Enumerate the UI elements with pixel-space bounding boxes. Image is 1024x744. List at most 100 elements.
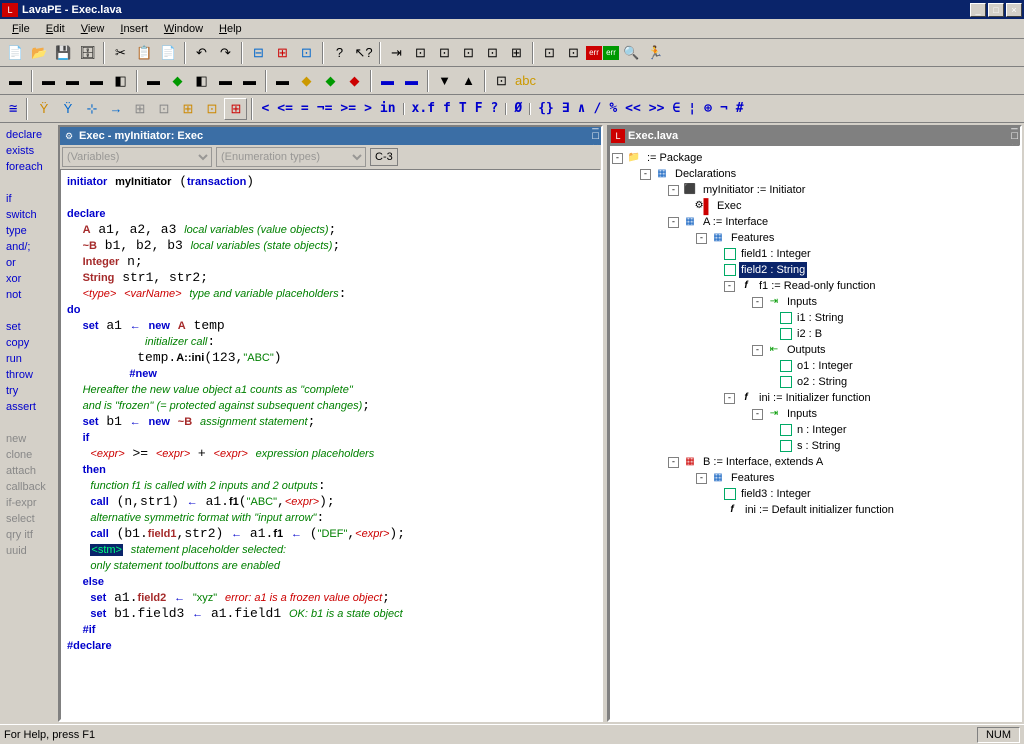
decl-20[interactable]: abc xyxy=(514,70,537,92)
tree-ini-inputs[interactable]: Inputs xyxy=(785,406,819,422)
tree-minimize[interactable]: _ xyxy=(1011,123,1018,130)
kw-assert[interactable]: assert xyxy=(4,399,52,415)
operator-6[interactable]: in xyxy=(376,101,400,116)
kw-select[interactable]: select xyxy=(4,511,52,527)
operator-3[interactable]: ¬= xyxy=(313,101,337,116)
tree-field1[interactable]: field1 : Integer xyxy=(739,246,813,262)
decl-16[interactable]: ▬ xyxy=(400,70,423,92)
operator-19[interactable]: >> xyxy=(645,101,669,116)
menu-help[interactable]: Help xyxy=(211,21,250,37)
decl-19[interactable]: ⊡ xyxy=(490,70,513,92)
tree-b-features[interactable]: Features xyxy=(729,470,776,486)
operator-22[interactable]: ⊕ xyxy=(700,101,716,116)
operator-23[interactable]: ¬ xyxy=(716,101,732,116)
op-tree[interactable]: ⊹ xyxy=(80,98,103,120)
kw-try[interactable]: try xyxy=(4,383,52,399)
decl-2[interactable]: ▬ xyxy=(37,70,60,92)
op-y1[interactable]: Ÿ xyxy=(32,98,55,120)
kw-type[interactable]: type xyxy=(4,223,52,239)
operator-15[interactable]: ∧ xyxy=(574,101,590,116)
operator-14[interactable]: ∃ xyxy=(558,101,574,116)
dbg-2[interactable]: ⊡ xyxy=(409,42,432,64)
context-help-button[interactable]: ↖? xyxy=(352,42,375,64)
tree-o1[interactable]: o1 : Integer xyxy=(795,358,855,374)
tree-ini[interactable]: ini := Initializer function xyxy=(757,390,873,406)
op-col3[interactable]: ⊞ xyxy=(176,98,199,120)
search-button[interactable]: 🔍 xyxy=(620,42,643,64)
save-all-button[interactable]: 🗄 xyxy=(76,42,99,64)
tree-package[interactable]: := Package xyxy=(645,150,704,166)
kw-new[interactable]: new xyxy=(4,431,52,447)
operator-20[interactable]: ∈ xyxy=(668,101,684,116)
kw-not[interactable]: not xyxy=(4,287,52,303)
menu-file[interactable]: File xyxy=(4,21,38,37)
kw-and/;[interactable]: and/; xyxy=(4,239,52,255)
toggle-feat[interactable]: - xyxy=(696,233,707,244)
kw-copy[interactable]: copy xyxy=(4,335,52,351)
decl-12[interactable]: ◆ xyxy=(295,70,318,92)
decl-10[interactable]: ▬ xyxy=(238,70,261,92)
op-col1[interactable]: ⊞ xyxy=(128,98,151,120)
variables-dropdown[interactable]: (Variables) xyxy=(62,147,212,167)
kw-or[interactable]: or xyxy=(4,255,52,271)
copy-button[interactable]: 📋 xyxy=(133,42,156,64)
tree-b-ini[interactable]: ini := Default initializer function xyxy=(743,502,896,518)
op-sel[interactable]: ⊞ xyxy=(224,98,247,120)
tree-title-bar[interactable]: L Exec.lava _ □ × xyxy=(609,127,1020,145)
editor-title-bar[interactable]: ⚙ Exec - myInitiator: Exec _ □ × xyxy=(60,127,601,145)
tree-body[interactable]: -📁:= Package -▦Declarations -⬛myInitiato… xyxy=(609,145,1020,720)
open-button[interactable]: 📂 xyxy=(28,42,51,64)
operator-10[interactable]: F xyxy=(471,101,487,116)
tree-features[interactable]: Features xyxy=(729,230,776,246)
dbg-1[interactable]: ⇥ xyxy=(385,42,408,64)
tree-i2[interactable]: i2 : B xyxy=(795,326,824,342)
undo-button[interactable]: ↶ xyxy=(190,42,213,64)
tree-b-field3[interactable]: field3 : Integer xyxy=(739,486,813,502)
toggle-ini-inputs[interactable]: - xyxy=(752,409,763,420)
paste-button[interactable]: 📄 xyxy=(157,42,180,64)
toggle-decl[interactable]: - xyxy=(640,169,651,180)
tree-o2[interactable]: o2 : String xyxy=(795,374,849,390)
minimize-button[interactable]: _ xyxy=(970,3,986,17)
operator-7[interactable]: x.f xyxy=(408,101,439,116)
tree-i1[interactable]: i1 : String xyxy=(795,310,845,326)
cut-button[interactable]: ✂ xyxy=(109,42,132,64)
decl-5[interactable]: ◧ xyxy=(109,70,132,92)
tree-inputs[interactable]: Inputs xyxy=(785,294,819,310)
maximize-button[interactable]: □ xyxy=(988,3,1004,17)
dbg-4[interactable]: ⊡ xyxy=(457,42,480,64)
kw-exists[interactable]: exists xyxy=(4,143,52,159)
decl-17[interactable]: ▼ xyxy=(433,70,456,92)
tree-ini-n[interactable]: n : Integer xyxy=(795,422,849,438)
toggle-pkg[interactable]: - xyxy=(612,153,623,164)
op-col4[interactable]: ⊡ xyxy=(200,98,223,120)
editor-maximize[interactable]: □ xyxy=(592,130,599,142)
operator-9[interactable]: T xyxy=(455,101,471,116)
toggle-f1[interactable]: - xyxy=(724,281,735,292)
menu-window[interactable]: Window xyxy=(156,21,211,37)
operator-11[interactable]: ? xyxy=(487,101,503,116)
tree-initiator[interactable]: myInitiator := Initiator xyxy=(701,182,807,198)
decl-11[interactable]: ▬ xyxy=(271,70,294,92)
tree-maximize[interactable]: □ xyxy=(1011,130,1018,142)
toggle-ini[interactable]: - xyxy=(724,393,735,404)
kw-throw[interactable]: throw xyxy=(4,367,52,383)
kw-if-expr[interactable]: if-expr xyxy=(4,495,52,511)
decl-3[interactable]: ▬ xyxy=(61,70,84,92)
toggle-outputs[interactable]: - xyxy=(752,345,763,356)
decl-14[interactable]: ◆ xyxy=(343,70,366,92)
kw-callback[interactable]: callback xyxy=(4,479,52,495)
dbg-3[interactable]: ⊡ xyxy=(433,42,456,64)
kw-xor[interactable]: xor xyxy=(4,271,52,287)
dbg-5[interactable]: ⊡ xyxy=(481,42,504,64)
decl-13[interactable]: ◆ xyxy=(319,70,342,92)
save-button[interactable]: 💾 xyxy=(52,42,75,64)
tool-b[interactable]: ⊞ xyxy=(271,42,294,64)
enum-dropdown[interactable]: (Enumeration types) xyxy=(216,147,366,167)
kw-uuid[interactable]: uuid xyxy=(4,543,52,559)
operator-17[interactable]: % xyxy=(605,101,621,116)
decl-18[interactable]: ▲ xyxy=(457,70,480,92)
toggle-b[interactable]: - xyxy=(668,457,679,468)
tree-f1[interactable]: f1 := Read-only function xyxy=(757,278,878,294)
kw-foreach[interactable]: foreach xyxy=(4,159,52,175)
